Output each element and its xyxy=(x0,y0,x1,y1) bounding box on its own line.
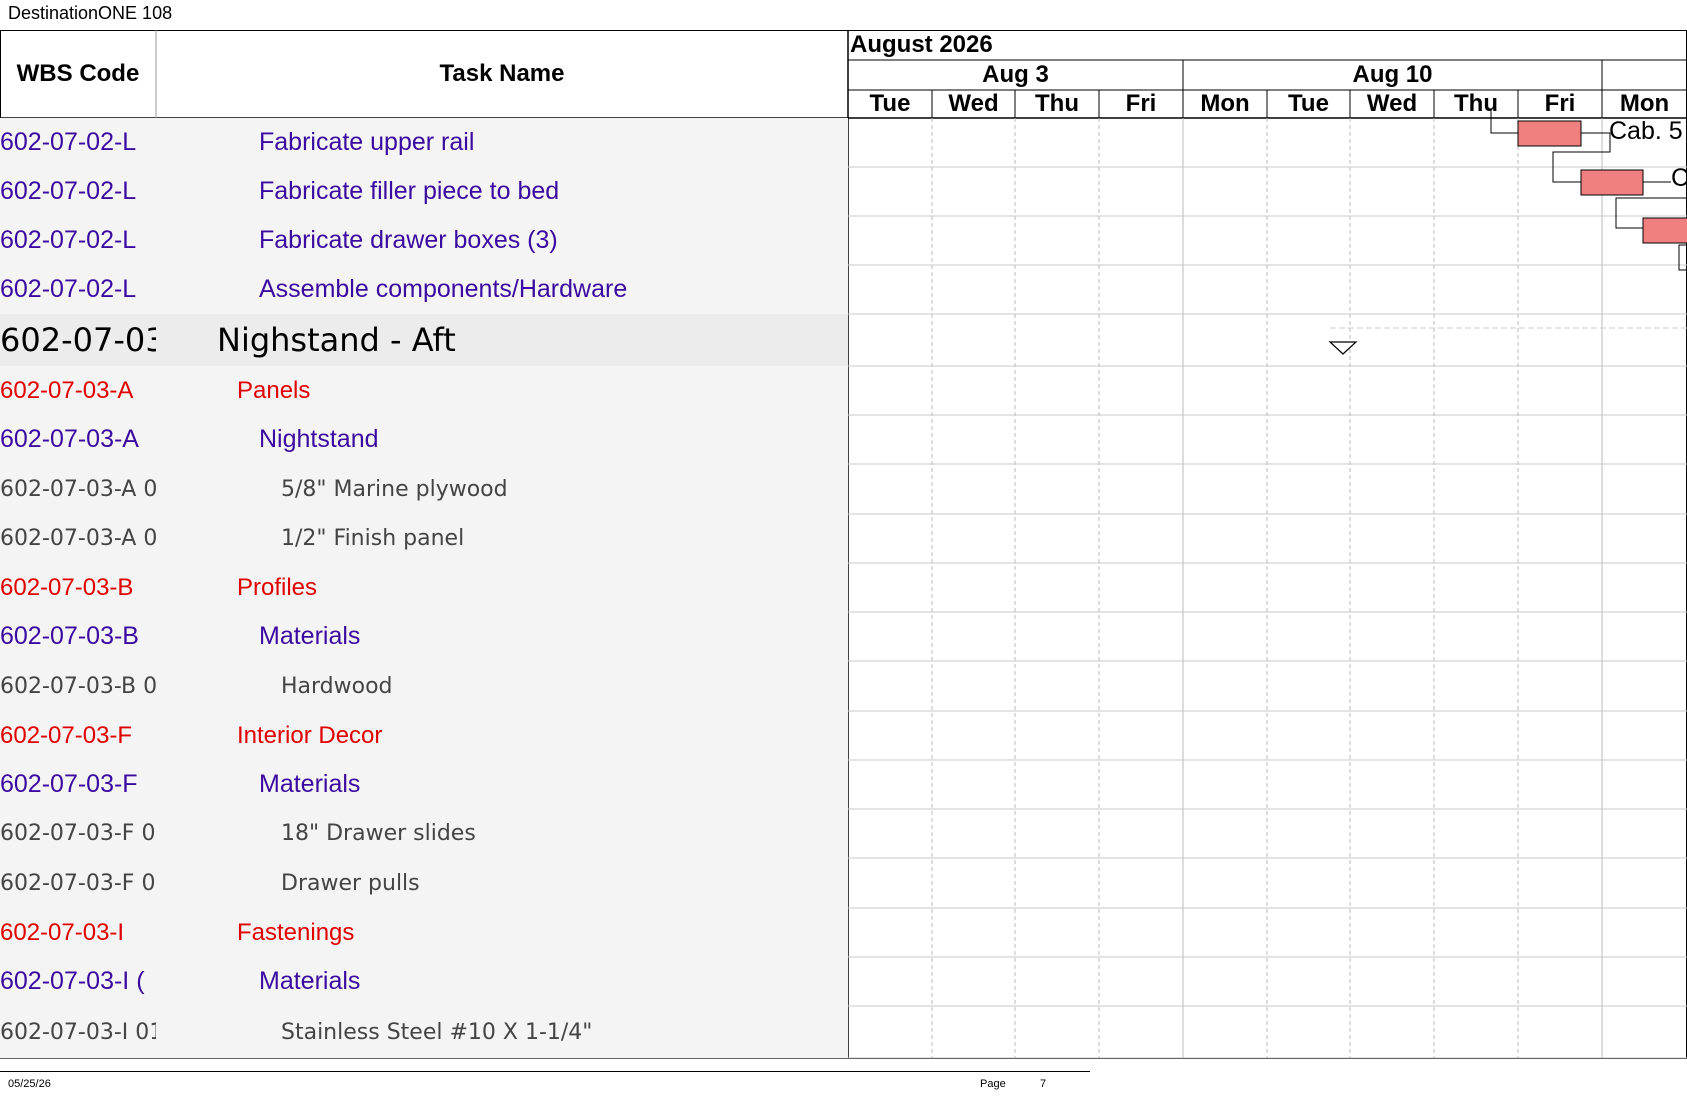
task-name-cell: Materials xyxy=(259,622,361,650)
summary-marker xyxy=(1328,341,1358,355)
wbs-code-cell: 602-07-03-A 0 xyxy=(0,476,156,502)
summary-task-row[interactable]: 602-07-03 Nighstand - Aft xyxy=(0,314,848,366)
wbs-code-cell: 602-07-03-F 0 xyxy=(0,870,156,896)
bar-label: Cab. 5 xyxy=(1609,117,1683,145)
task-row[interactable]: 602-07-03-F Interior Decor xyxy=(0,711,848,760)
task-row[interactable]: 602-07-03-B 0 Hardwood xyxy=(0,661,848,711)
timescale-day: Tue xyxy=(869,90,911,117)
task-name-cell: Profiles xyxy=(237,573,318,601)
timescale-day: Fri xyxy=(1125,90,1157,117)
timescale-day: Tue xyxy=(1288,90,1329,117)
task-row[interactable]: 602-07-03-F Materials xyxy=(0,760,848,809)
wbs-code-cell: 602-07-03-A xyxy=(0,376,134,404)
task-row[interactable]: 602-07-03-B Materials xyxy=(0,612,848,661)
footer-page-label: Page xyxy=(980,1078,1006,1090)
task-row[interactable]: 602-07-02-L Fabricate upper rail xyxy=(0,118,848,167)
task-name-cell: Fabricate drawer boxes (3) xyxy=(259,226,558,254)
header-task-name[interactable]: Task Name xyxy=(157,30,847,118)
task-name-cell: Fabricate filler piece to bed xyxy=(259,177,560,205)
task-name-cell: Stainless Steel #10 X 1-1/4" xyxy=(281,1019,593,1045)
dependency-connector xyxy=(1678,244,1687,271)
timescale-day: Thu xyxy=(1454,90,1498,117)
task-row[interactable]: 602-07-03-A Panels xyxy=(0,366,848,415)
wbs-code-cell: 602-07-03-I 01 xyxy=(0,1019,156,1045)
task-name-cell: Panels xyxy=(237,376,311,404)
wbs-code-cell: 602-07-03-B xyxy=(0,573,134,601)
timescale-week: Aug 10 xyxy=(1352,61,1433,88)
timescale-day: Mon xyxy=(1200,90,1250,117)
wbs-code-cell: 602-07-03-I ( xyxy=(0,967,145,995)
wbs-code-cell: 602-07-02-L xyxy=(0,275,137,303)
bar-label: C xyxy=(1671,164,1687,192)
footer-divider xyxy=(0,1071,1090,1072)
task-name-cell: Fastenings xyxy=(237,918,355,946)
task-name-cell: Drawer pulls xyxy=(281,870,420,896)
footer-date: 05/25/26 xyxy=(8,1078,51,1090)
task-row[interactable]: 602-07-03-B Profiles xyxy=(0,563,848,612)
timescale-day: Wed xyxy=(1366,90,1418,117)
timescale-day: Wed xyxy=(948,90,999,117)
wbs-code-cell: 602-07-02-L xyxy=(0,177,137,205)
task-row[interactable]: 602-07-03-I 01 Stainless Steel #10 X 1-1/… xyxy=(0,1006,848,1058)
task-name-cell: Fabricate upper rail xyxy=(259,128,475,156)
wbs-code-cell: 602-07-03-A 0 xyxy=(0,526,156,551)
task-row[interactable]: 602-07-02-L Fabricate drawer boxes (3) xyxy=(0,216,848,265)
timescale-day: Mon xyxy=(1619,90,1670,117)
task-name-cell: Nighstand - Aft xyxy=(217,321,456,359)
task-name-cell: 18" Drawer slides xyxy=(281,821,476,846)
wbs-code-cell: 602-07-03-F 0 xyxy=(0,821,156,846)
timescale-week: Aug 3 xyxy=(982,61,1049,88)
task-row[interactable]: 602-07-03-A 0 1/2" Finish panel xyxy=(0,514,848,563)
task-row[interactable]: 602-07-03-A Nightstand xyxy=(0,415,848,464)
task-row[interactable]: 602-07-03-F 0 Drawer pulls xyxy=(0,858,848,908)
task-name-cell: Interior Decor xyxy=(237,721,383,749)
timescale-day: Thu xyxy=(1035,90,1079,117)
task-row[interactable]: 602-07-02-L Fabricate filler piece to bed xyxy=(0,167,848,216)
wbs-code-cell: 602-07-02-L xyxy=(0,128,137,156)
task-name-cell: 5/8" Marine plywood xyxy=(281,476,508,502)
wbs-code-cell: 602-07-03-B 0 xyxy=(0,673,156,699)
wbs-code-cell: 602-07-03-B xyxy=(0,622,139,650)
task-bar[interactable] xyxy=(1580,169,1644,196)
task-bar[interactable] xyxy=(1517,120,1582,147)
task-name-cell: Materials xyxy=(259,770,361,798)
task-row[interactable]: 602-07-03-I Fastenings xyxy=(0,908,848,957)
wbs-code-cell: 602-07-03 xyxy=(0,321,156,359)
timescale-day: Fri xyxy=(1544,90,1576,117)
wbs-code-cell: 602-07-02-L xyxy=(0,226,137,254)
task-bar[interactable] xyxy=(1642,217,1687,244)
task-row[interactable]: 602-07-03-A 0 5/8" Marine plywood xyxy=(0,464,848,514)
document-title: DestinationONE 108 xyxy=(8,3,173,23)
task-name-cell: Nightstand xyxy=(259,425,379,453)
wbs-code-cell: 602-07-03-F xyxy=(0,721,133,749)
footer-page-number: 7 xyxy=(1040,1078,1047,1090)
timescale-month: August 2026 xyxy=(850,31,993,58)
task-name-cell: Assemble components/Hardware xyxy=(259,275,628,303)
wbs-code-cell: 602-07-03-F xyxy=(0,770,138,798)
header-wbs-code[interactable]: WBS Code xyxy=(0,30,156,118)
task-row[interactable]: 602-07-03-I ( Materials xyxy=(0,957,848,1006)
task-name-cell: Materials xyxy=(259,967,361,995)
wbs-code-cell: 602-07-03-I xyxy=(0,918,125,946)
task-row[interactable]: 602-07-03-F 0 18" Drawer slides xyxy=(0,809,848,858)
task-row[interactable]: 602-07-02-L Assemble components/Hardware xyxy=(0,265,848,314)
wbs-code-cell: 602-07-03-A xyxy=(0,425,139,453)
task-name-cell: 1/2" Finish panel xyxy=(281,526,465,551)
task-name-cell: Hardwood xyxy=(281,673,393,699)
